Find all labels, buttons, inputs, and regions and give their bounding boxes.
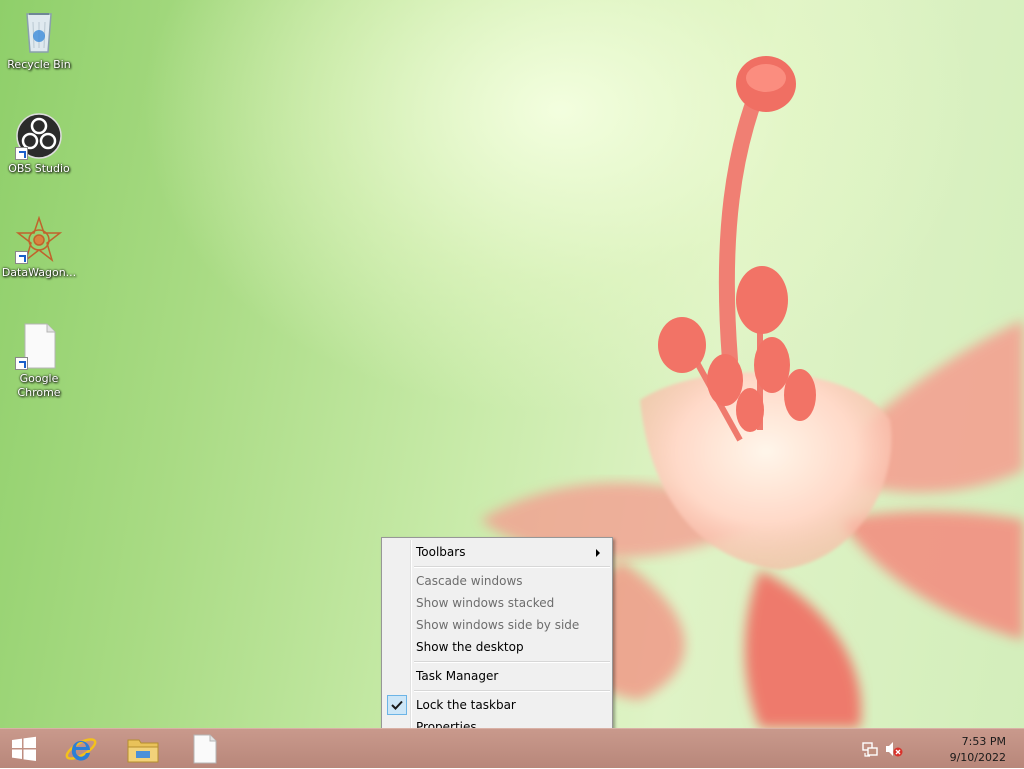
menu-item-show-windows-stacked[interactable]: Show windows stacked xyxy=(384,592,610,614)
taskbar-context-menu: Toolbars Cascade windows Show windows st… xyxy=(381,537,613,740)
tray-volume[interactable] xyxy=(882,729,906,769)
desktop-icon-label: OBS Studio xyxy=(8,162,70,175)
blank-document-icon xyxy=(193,734,217,764)
start-button[interactable] xyxy=(0,729,48,769)
clock-time: 7:53 PM xyxy=(961,735,1006,748)
internet-explorer-icon xyxy=(65,738,97,761)
tray-network[interactable] xyxy=(858,729,882,769)
shortcut-arrow-icon xyxy=(15,251,28,264)
menu-item-show-windows-side-by-side[interactable]: Show windows side by side xyxy=(384,614,610,636)
menu-separator xyxy=(414,661,610,663)
taskbar[interactable]: 7:53 PM 9/10/2022 xyxy=(0,728,1024,768)
menu-item-label: Lock the taskbar xyxy=(416,698,516,712)
menu-item-label: Show windows side by side xyxy=(416,618,580,632)
menu-item-lock-the-taskbar[interactable]: Lock the taskbar xyxy=(384,694,610,716)
taskbar-file-explorer[interactable] xyxy=(114,729,172,769)
desktop-icon-recycle-bin[interactable]: Recycle Bin xyxy=(1,8,77,72)
menu-item-label: Cascade windows xyxy=(416,574,523,588)
desktop-icon-datawagon[interactable]: DataWagon... xyxy=(1,215,77,280)
file-explorer-icon xyxy=(127,739,159,763)
menu-separator xyxy=(414,566,610,568)
menu-item-task-manager[interactable]: Task Manager xyxy=(384,665,610,687)
windows-start-icon xyxy=(12,736,36,761)
menu-item-toolbars[interactable]: Toolbars xyxy=(384,541,610,563)
shortcut-arrow-icon xyxy=(15,357,28,370)
menu-separator xyxy=(414,690,610,692)
menu-item-label: Show windows stacked xyxy=(416,596,555,610)
menu-item-cascade-windows[interactable]: Cascade windows xyxy=(384,570,610,592)
recycle-bin-icon xyxy=(26,13,52,53)
desktop-icon-obs-studio[interactable]: OBS Studio xyxy=(1,112,77,176)
submenu-arrow-icon xyxy=(596,549,600,557)
desktop-icon-label: Google Chrome xyxy=(17,372,61,399)
taskbar-blank-document[interactable] xyxy=(176,729,234,769)
menu-item-label: Show the desktop xyxy=(416,640,524,654)
checkmark-icon xyxy=(387,695,407,715)
desktop-icon-label: Recycle Bin xyxy=(7,58,71,71)
taskbar-internet-explorer[interactable] xyxy=(52,729,110,769)
desktop-icon-google-chrome[interactable]: Google Chrome xyxy=(1,322,77,400)
volume-muted-icon xyxy=(886,742,903,757)
menu-item-show-the-desktop[interactable]: Show the desktop xyxy=(384,636,610,658)
menu-item-label: Toolbars xyxy=(416,545,466,559)
clock-date: 9/10/2022 xyxy=(949,751,1006,764)
menu-item-label: Task Manager xyxy=(416,669,499,683)
desktop-icon-label: DataWagon... xyxy=(1,266,77,279)
system-clock[interactable]: 7:53 PM 9/10/2022 xyxy=(950,734,1006,766)
network-icon xyxy=(862,742,878,757)
shortcut-arrow-icon xyxy=(15,147,28,160)
